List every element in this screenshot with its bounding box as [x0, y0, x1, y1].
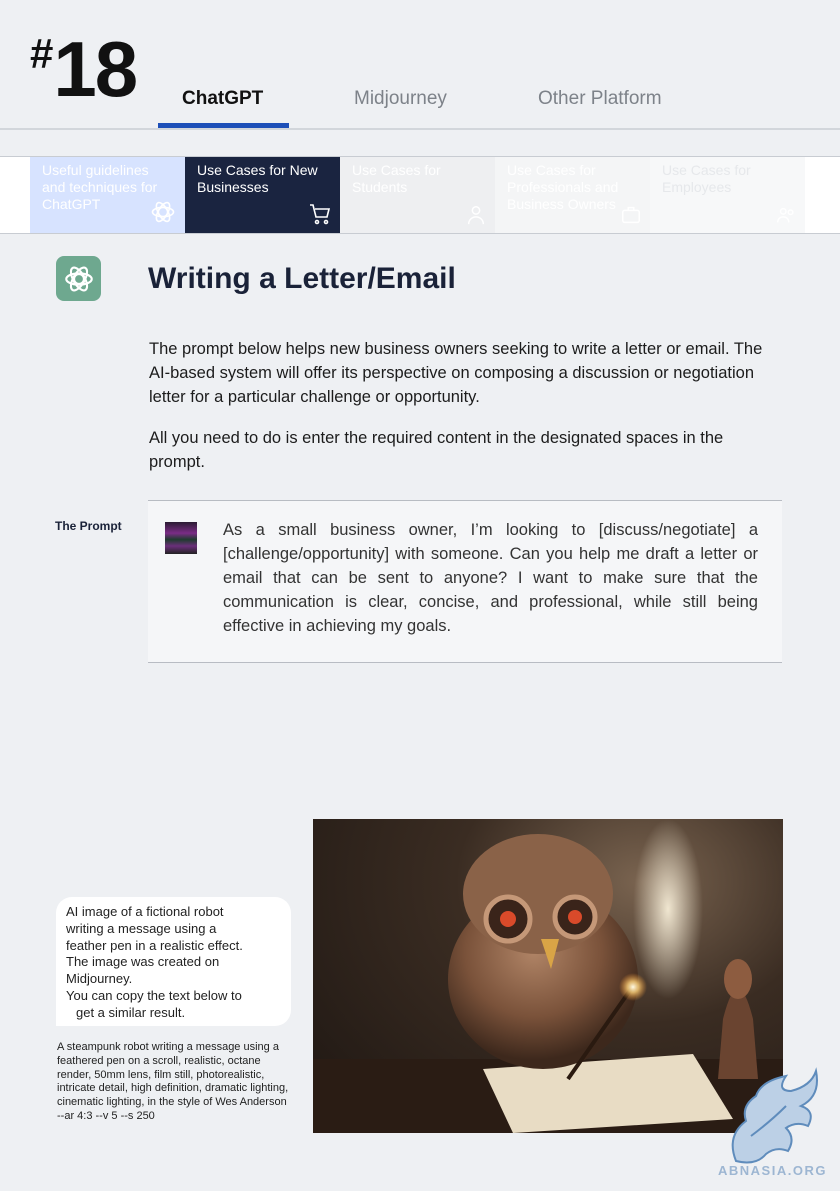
dragon-logo-icon [716, 1066, 828, 1176]
prompt-label: The Prompt [55, 519, 122, 533]
category-label: Use Cases for New Businesses [197, 162, 318, 195]
category-professionals[interactable]: Use Cases for Professionals and Business… [495, 157, 650, 233]
category-label: Use Cases for Students [352, 162, 441, 195]
tab-midjourney[interactable]: Midjourney [354, 88, 447, 110]
watermark-text: ABNASIA.ORG [718, 1163, 827, 1178]
category-students[interactable]: Use Cases for Students [340, 157, 495, 233]
category-label: Use Cases for Employees [662, 162, 751, 195]
midjourney-prompt: A steampunk robot writing a message usin… [57, 1041, 289, 1122]
caption-line: Midjourney. [66, 971, 133, 987]
openai-icon [56, 256, 101, 301]
briefcase-icon [620, 204, 642, 227]
prompt-box: As a small business owner, I’m looking t… [148, 500, 782, 663]
caption-line: writing a message using a [66, 920, 217, 936]
caption-line: AI image of a fictional robot [66, 904, 224, 919]
category-employees[interactable]: Use Cases for Employees [650, 157, 805, 233]
category-strip: Useful guidelines and techniques for Cha… [0, 156, 840, 234]
platform-tabs: ChatGPT Midjourney Other Platform [0, 80, 840, 130]
prompt-text: As a small business owner, I’m looking t… [223, 521, 758, 635]
caption-line: feather pen in a realistic effect. [66, 937, 243, 953]
tab-other-platform[interactable]: Other Platform [538, 88, 662, 110]
category-label: Use Cases for Professionals and Business… [507, 162, 619, 212]
users-icon [775, 204, 797, 227]
caption-line: You can copy the text below to [66, 987, 242, 1003]
section-title: Writing a Letter/Email [148, 262, 456, 295]
category-label: Useful guidelines and techniques for Cha… [42, 162, 158, 212]
tabs-divider [0, 128, 840, 130]
category-guidelines[interactable]: Useful guidelines and techniques for Cha… [30, 157, 185, 233]
robot-owl-image [313, 819, 783, 1133]
tab-chatgpt[interactable]: ChatGPT [182, 88, 263, 110]
avatar [165, 522, 197, 554]
shopping-cart-icon [308, 202, 332, 227]
instruction-paragraph: All you need to do is enter the required… [149, 429, 724, 471]
category-new-businesses[interactable]: Use Cases for New Businesses [185, 157, 340, 233]
image-caption: AI image of a fictional robot writing a … [56, 897, 291, 1026]
student-icon [465, 204, 487, 227]
intro-paragraph: The prompt below helps new business owne… [149, 340, 763, 406]
openai-icon [149, 198, 177, 227]
caption-line: The image was created on [66, 954, 220, 970]
caption-line: get a similar result. [76, 1004, 186, 1020]
